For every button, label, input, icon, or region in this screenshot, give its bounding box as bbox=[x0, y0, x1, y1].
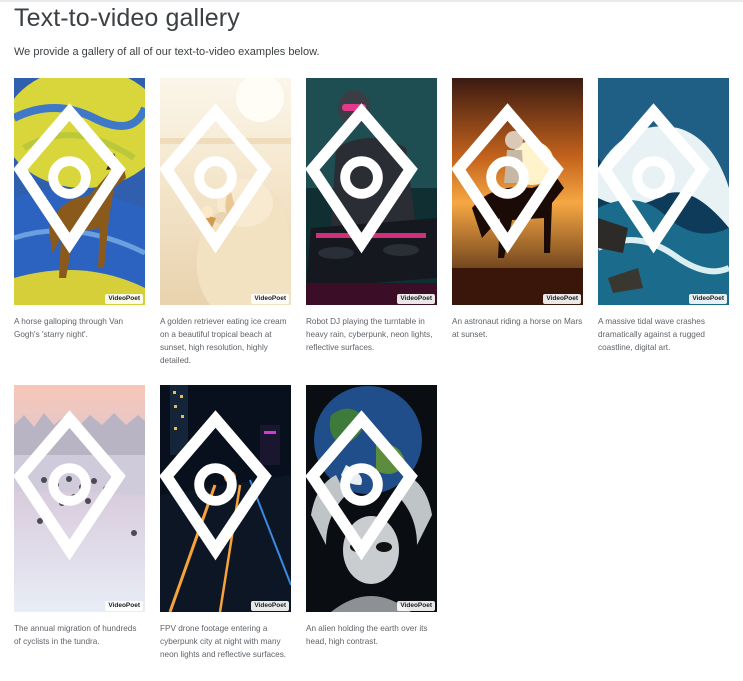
video-card-cyclists-tundra[interactable]: VideoPoet The annual migration of hundre… bbox=[14, 385, 145, 648]
video-card-fpv-cyberpunk[interactable]: VideoPoet FPV drone footage entering a c… bbox=[160, 385, 291, 661]
video-caption: A horse galloping through Van Gogh's 'st… bbox=[14, 317, 124, 339]
video-thumbnail[interactable]: VideoPoet bbox=[306, 385, 437, 612]
videopoet-watermark: VideoPoet bbox=[105, 601, 143, 611]
videopoet-watermark: VideoPoet bbox=[251, 294, 289, 304]
videopoet-logo-icon bbox=[306, 410, 418, 561]
videopoet-watermark: VideoPoet bbox=[251, 601, 289, 611]
videopoet-logo-icon bbox=[160, 410, 272, 561]
video-card-astronaut-mars[interactable]: VideoPoet An astronaut riding a horse on… bbox=[452, 78, 583, 341]
video-caption: An astronaut riding a horse on Mars at s… bbox=[452, 317, 583, 339]
video-card-tidal-wave[interactable]: VideoPoet A massive tidal wave crashes d… bbox=[598, 78, 729, 354]
video-thumbnail[interactable]: VideoPoet bbox=[598, 78, 729, 305]
video-thumbnail[interactable]: VideoPoet bbox=[14, 78, 145, 305]
video-thumbnail[interactable]: VideoPoet bbox=[306, 78, 437, 305]
top-divider bbox=[0, 0, 743, 2]
video-thumbnail[interactable]: VideoPoet bbox=[452, 78, 583, 305]
videopoet-logo-icon bbox=[306, 103, 418, 254]
videopoet-logo-icon bbox=[14, 410, 126, 561]
page-title: Text-to-video gallery bbox=[14, 4, 240, 32]
videopoet-logo-icon bbox=[452, 103, 564, 254]
video-card-golden-retriever[interactable]: VideoPoet A golden retriever eating ice … bbox=[160, 78, 291, 367]
videopoet-watermark: VideoPoet bbox=[397, 294, 435, 304]
videopoet-watermark: VideoPoet bbox=[105, 294, 143, 304]
video-card-robot-dj[interactable]: VideoPoet Robot DJ playing the turntable… bbox=[306, 78, 437, 354]
video-caption: FPV drone footage entering a cyberpunk c… bbox=[160, 624, 287, 659]
video-caption: A golden retriever eating ice cream on a… bbox=[160, 317, 287, 365]
video-card-horse-starry-night[interactable]: VideoPoet A horse galloping through Van … bbox=[14, 78, 145, 341]
video-card-alien-earth[interactable]: VideoPoet An alien holding the earth ove… bbox=[306, 385, 437, 648]
videopoet-logo-icon bbox=[598, 103, 710, 254]
video-thumbnail[interactable]: VideoPoet bbox=[14, 385, 145, 612]
intro-text: We provide a gallery of all of our text-… bbox=[14, 46, 320, 58]
video-thumbnail[interactable]: VideoPoet bbox=[160, 78, 291, 305]
videopoet-watermark: VideoPoet bbox=[543, 294, 581, 304]
video-caption: Robot DJ playing the turntable in heavy … bbox=[306, 317, 433, 352]
videopoet-watermark: VideoPoet bbox=[689, 294, 727, 304]
video-caption: The annual migration of hundreds of cycl… bbox=[14, 624, 137, 646]
videopoet-watermark: VideoPoet bbox=[397, 601, 435, 611]
video-caption: A massive tidal wave crashes dramaticall… bbox=[598, 317, 705, 352]
video-caption: An alien holding the earth over its head… bbox=[306, 624, 428, 646]
video-thumbnail[interactable]: VideoPoet bbox=[160, 385, 291, 612]
videopoet-logo-icon bbox=[160, 103, 272, 254]
videopoet-logo-icon bbox=[14, 103, 126, 254]
